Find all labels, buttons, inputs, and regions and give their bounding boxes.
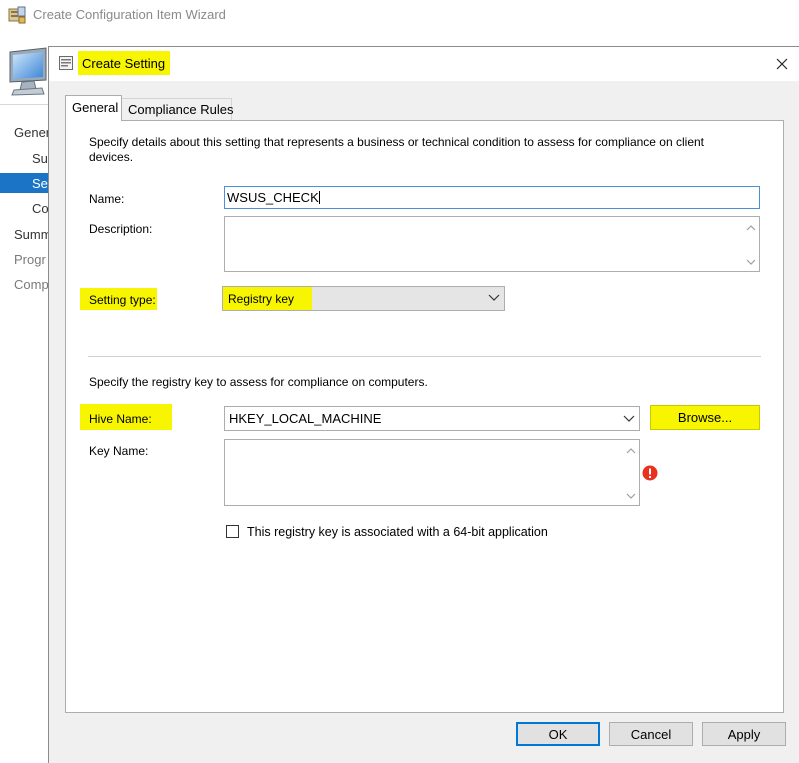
- dialog-title: Create Setting: [82, 56, 166, 71]
- setting-type-value: Registry key: [228, 292, 295, 306]
- name-input[interactable]: WSUS_CHECK: [224, 186, 760, 209]
- apply-button-label: Apply: [727, 726, 761, 742]
- apply-button[interactable]: Apply: [702, 722, 786, 746]
- tab-compliance-rules[interactable]: Compliance Rules: [122, 98, 234, 121]
- checkbox-64bit[interactable]: [226, 525, 239, 538]
- dialog-document-icon: [59, 56, 73, 70]
- key-name-scrollbar[interactable]: [622, 440, 639, 505]
- chevron-down-icon: [623, 415, 635, 422]
- tab-general-label: General: [72, 100, 119, 115]
- scroll-down-arrow-icon[interactable]: [746, 258, 756, 266]
- wizard-nav-supported[interactable]: Su: [32, 151, 48, 166]
- wizard-title: Create Configuration Item Wizard: [33, 7, 226, 22]
- wizard-banner-divider: [0, 104, 50, 105]
- chevron-down-icon: [488, 294, 500, 301]
- wizard-nav-settings[interactable]: Set: [32, 176, 48, 191]
- hive-name-dropdown[interactable]: HKEY_LOCAL_MACHINE: [224, 406, 640, 431]
- name-label: Name:: [89, 192, 125, 206]
- description-textarea[interactable]: [224, 216, 760, 272]
- browse-button-label: Browse...: [677, 410, 733, 425]
- setting-type-label: Setting type:: [89, 293, 156, 307]
- key-name-label: Key Name:: [89, 444, 149, 458]
- scroll-down-arrow-icon[interactable]: [626, 492, 636, 500]
- wizard-nav-completion: Comp: [14, 277, 48, 292]
- wizard-nav-general[interactable]: Gener: [14, 125, 48, 140]
- text-caret: [318, 191, 320, 204]
- key-name-textarea[interactable]: [224, 439, 640, 506]
- setting-type-dropdown[interactable]: Registry key: [222, 286, 505, 311]
- intro-text: Specify details about this setting that …: [89, 135, 705, 149]
- cancel-button[interactable]: Cancel: [609, 722, 693, 746]
- close-button[interactable]: [771, 53, 793, 75]
- wizard-nav-summary[interactable]: Summ: [14, 227, 48, 242]
- create-setting-dialog: Create Setting General Compliance Rules …: [48, 46, 799, 763]
- wizard-app-icon: [8, 6, 26, 24]
- intro-text-line2: devices.: [89, 150, 134, 164]
- browse-button[interactable]: Browse...: [650, 405, 760, 430]
- registry-intro-text: Specify the registry key to assess for c…: [89, 375, 428, 389]
- cancel-button-label: Cancel: [630, 726, 672, 742]
- wizard-nav-compliance[interactable]: Co: [32, 201, 48, 216]
- ok-button-label: OK: [548, 726, 568, 742]
- checkbox-64bit-label: This registry key is associated with a 6…: [247, 525, 548, 539]
- wizard-titlebar: Create Configuration Item Wizard: [0, 0, 799, 30]
- wizard-nav-progress: Progr: [14, 252, 46, 267]
- ok-button[interactable]: OK: [516, 722, 600, 746]
- hive-name-label: Hive Name:: [89, 412, 152, 426]
- tab-compliance-rules-label: Compliance Rules: [128, 102, 234, 117]
- tab-general[interactable]: General: [65, 95, 122, 121]
- description-label: Description:: [89, 222, 153, 236]
- scroll-up-arrow-icon[interactable]: [626, 447, 636, 455]
- scroll-up-arrow-icon[interactable]: [746, 224, 756, 232]
- close-icon: [776, 58, 788, 70]
- name-input-value: WSUS_CHECK: [227, 190, 319, 205]
- dialog-titlebar: Create Setting: [49, 47, 799, 81]
- computer-monitor-icon: [9, 47, 47, 96]
- section-divider: [88, 356, 761, 357]
- error-icon: [642, 465, 658, 481]
- hive-name-value: HKEY_LOCAL_MACHINE: [229, 411, 382, 426]
- general-tab-panel: Specify details about this setting that …: [65, 120, 784, 713]
- description-scrollbar[interactable]: [742, 217, 759, 271]
